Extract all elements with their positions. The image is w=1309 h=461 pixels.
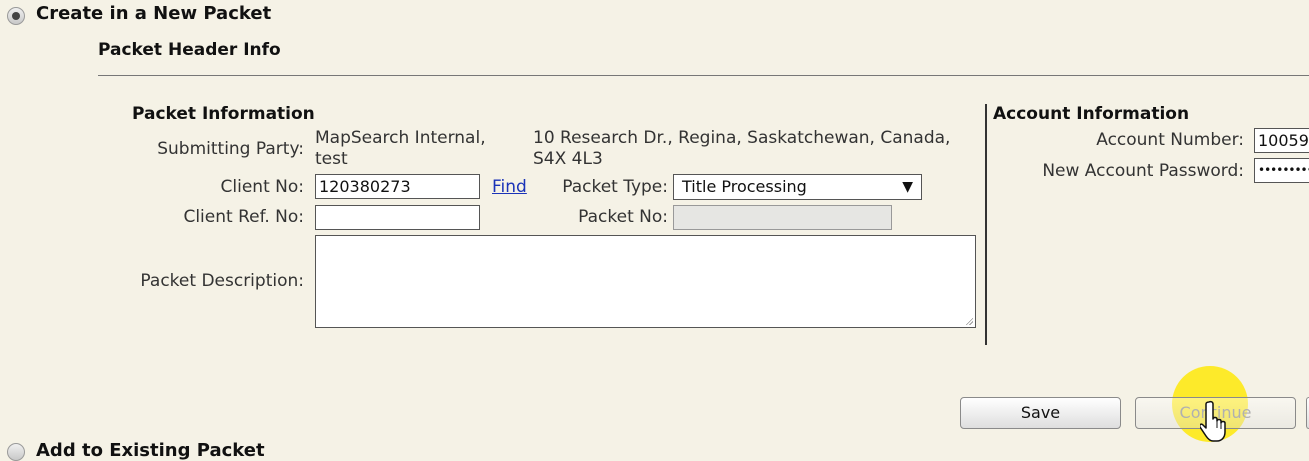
submitting-party-name: MapSearch Internal, test (315, 128, 486, 170)
account-number-input[interactable]: 100598 (1254, 128, 1309, 153)
packet-no-input (673, 205, 892, 230)
header-divider (98, 75, 1309, 76)
add-existing-packet-radio[interactable] (7, 443, 25, 461)
packet-description-label: Packet Description: (140, 271, 304, 291)
hand-pointer-icon (1200, 400, 1226, 442)
add-existing-packet-label: Add to Existing Packet (36, 440, 265, 461)
address-line2: S4X 4L3 (533, 149, 603, 169)
submitting-party-name-line2: test (315, 149, 348, 169)
client-no-label: Client No: (220, 177, 304, 197)
column-divider (985, 104, 987, 345)
chevron-down-icon: ▼ (902, 179, 913, 195)
packet-information-title: Packet Information (132, 104, 315, 124)
packet-type-selected: Title Processing (682, 177, 807, 196)
packet-type-label: Packet Type: (562, 177, 668, 197)
submitting-party-name-line1: MapSearch Internal, (315, 128, 486, 148)
client-ref-input[interactable] (315, 205, 480, 230)
address-line1: 10 Research Dr., Regina, Saskatchewan, C… (533, 128, 951, 148)
account-number-label: Account Number: (1096, 130, 1244, 150)
client-ref-label: Client Ref. No: (183, 207, 304, 227)
new-account-password-label: New Account Password: (1042, 161, 1244, 181)
create-new-packet-label: Create in a New Packet (36, 3, 272, 24)
submitting-party-address: 10 Research Dr., Regina, Saskatchewan, C… (533, 128, 950, 170)
resize-grip-icon[interactable] (965, 317, 973, 325)
create-new-packet-radio[interactable] (7, 7, 25, 25)
save-button[interactable]: Save (960, 397, 1121, 429)
radio-selected-dot (12, 12, 20, 20)
packet-no-label: Packet No: (578, 207, 668, 227)
account-information-title: Account Information (993, 104, 1190, 124)
new-account-password-input[interactable]: •••••••••• (1254, 158, 1309, 183)
client-no-input[interactable]: 120380273 (315, 174, 480, 199)
submitting-party-label: Submitting Party: (157, 139, 304, 159)
packet-description-textarea[interactable] (315, 235, 976, 328)
packet-type-select[interactable]: Title Processing ▼ (673, 174, 922, 200)
packet-header-title: Packet Header Info (98, 40, 281, 60)
find-client-link[interactable]: Find (492, 177, 527, 197)
